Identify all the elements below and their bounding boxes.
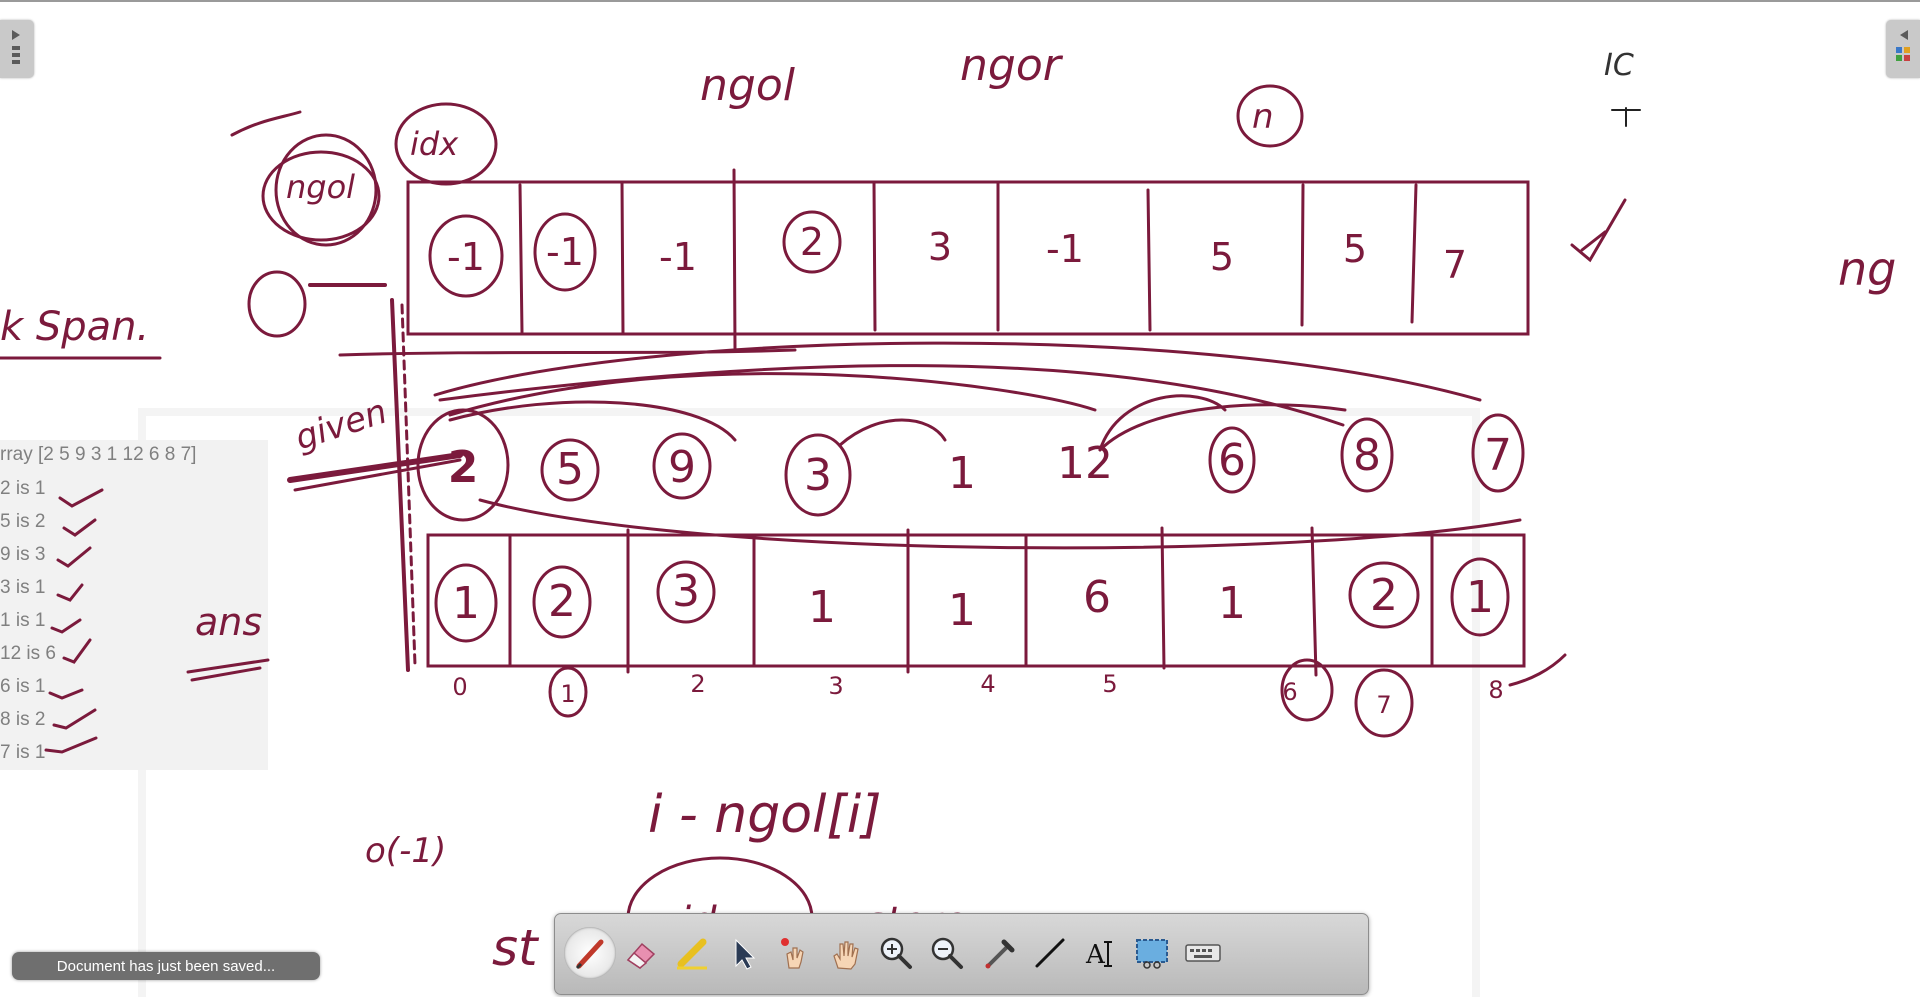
cursor-icon <box>735 938 756 970</box>
ans-cell: 1 <box>1218 578 1246 629</box>
screen-capture-icon <box>1136 939 1168 969</box>
ngol-cell: 5 <box>1343 227 1367 271</box>
stock-span-label: k Span. <box>0 304 149 350</box>
index-label: 3 <box>828 672 843 700</box>
given-cell: 12 <box>1057 438 1113 489</box>
ngol-cell: -1 <box>447 235 485 279</box>
index-label: 6 <box>1282 678 1297 706</box>
ans-cell: 3 <box>672 566 700 617</box>
text-tool[interactable]: A <box>1075 927 1127 979</box>
given-cell: 5 <box>556 444 584 495</box>
ans-cell: 6 <box>1083 572 1111 623</box>
zoom-in-icon <box>880 937 912 969</box>
ans-cell: 2 <box>1370 570 1398 621</box>
ngol-cell: -1 <box>546 230 584 274</box>
n-label: n <box>1252 97 1274 137</box>
ngol-cell: 7 <box>1443 243 1467 287</box>
given-cell: 9 <box>668 442 696 493</box>
svg-text:A: A <box>1085 940 1106 970</box>
eraser-icon <box>626 942 656 969</box>
drawing-toolbar: A <box>554 913 1369 995</box>
ng-right-label: ng <box>1838 242 1896 296</box>
ngol-cell: 2 <box>800 220 824 264</box>
idx-circle-label: idx <box>410 125 459 163</box>
line-tool[interactable] <box>1024 927 1076 979</box>
zoom-out-icon <box>931 937 963 969</box>
ngol-circle-label: ngol <box>286 168 355 206</box>
ans-cell: 1 <box>1466 572 1494 623</box>
ans-cell: 1 <box>948 585 976 636</box>
keyboard-tool[interactable] <box>1177 927 1229 979</box>
pen-tool[interactable] <box>564 927 616 979</box>
st-label: st <box>492 919 540 977</box>
given-cell: 6 <box>1218 435 1246 486</box>
index-label: 2 <box>690 670 705 698</box>
keyboard-icon <box>1185 944 1221 962</box>
given-cell: 8 <box>1353 430 1381 481</box>
ngol-cell: -1 <box>1046 227 1084 271</box>
ans-cell: 1 <box>808 582 836 633</box>
line-icon <box>1035 938 1065 968</box>
highlighter-tool[interactable] <box>666 927 718 979</box>
index-label: 1 <box>560 680 575 708</box>
zoom-out-tool[interactable] <box>921 927 973 979</box>
given-label: given <box>290 392 391 459</box>
index-label: 8 <box>1488 676 1503 704</box>
index-label: 5 <box>1102 670 1117 698</box>
index-label: 7 <box>1376 691 1391 719</box>
ngol-cell: 3 <box>928 225 952 269</box>
screenshot-tool[interactable] <box>1126 927 1178 979</box>
index-label: 4 <box>980 670 995 698</box>
select-tool[interactable] <box>717 927 769 979</box>
eraser-tool[interactable] <box>615 927 667 979</box>
formula-label: i - ngol[i] <box>648 785 882 845</box>
eyedropper-icon <box>985 939 1015 969</box>
pan-tool[interactable] <box>819 927 871 979</box>
save-status-toast: Document has just been saved... <box>12 952 320 980</box>
laser-pointer-tool[interactable] <box>768 927 820 979</box>
index-label: 0 <box>452 673 467 701</box>
given-cell: 1 <box>948 448 976 499</box>
given-cell: 3 <box>804 450 832 501</box>
ngor-heading: ngor <box>960 40 1064 91</box>
ans-cell: 1 <box>452 578 480 629</box>
whiteboard-canvas[interactable]: ngol ngor IC n ngol idx k Span. given an… <box>0 0 1920 997</box>
ngol-cell: 5 <box>1210 235 1234 279</box>
ic-label: IC <box>1604 48 1634 83</box>
pen-icon <box>575 939 604 970</box>
laser-hand-icon <box>781 938 804 969</box>
text-icon: A <box>1085 940 1112 970</box>
ngol-heading: ngol <box>700 60 796 111</box>
highlighter-icon <box>677 938 707 970</box>
ans-array-box <box>426 533 1526 668</box>
given-cell: 2 <box>448 442 479 493</box>
zero-minus-label: o(-1) <box>365 831 446 871</box>
given-cell: 7 <box>1484 430 1512 481</box>
color-picker-tool[interactable] <box>973 927 1025 979</box>
zoom-in-tool[interactable] <box>870 927 922 979</box>
ngol-cell: -1 <box>659 235 697 279</box>
hand-icon <box>833 941 859 970</box>
ans-cell: 2 <box>548 576 576 627</box>
ans-label: ans <box>195 600 262 644</box>
